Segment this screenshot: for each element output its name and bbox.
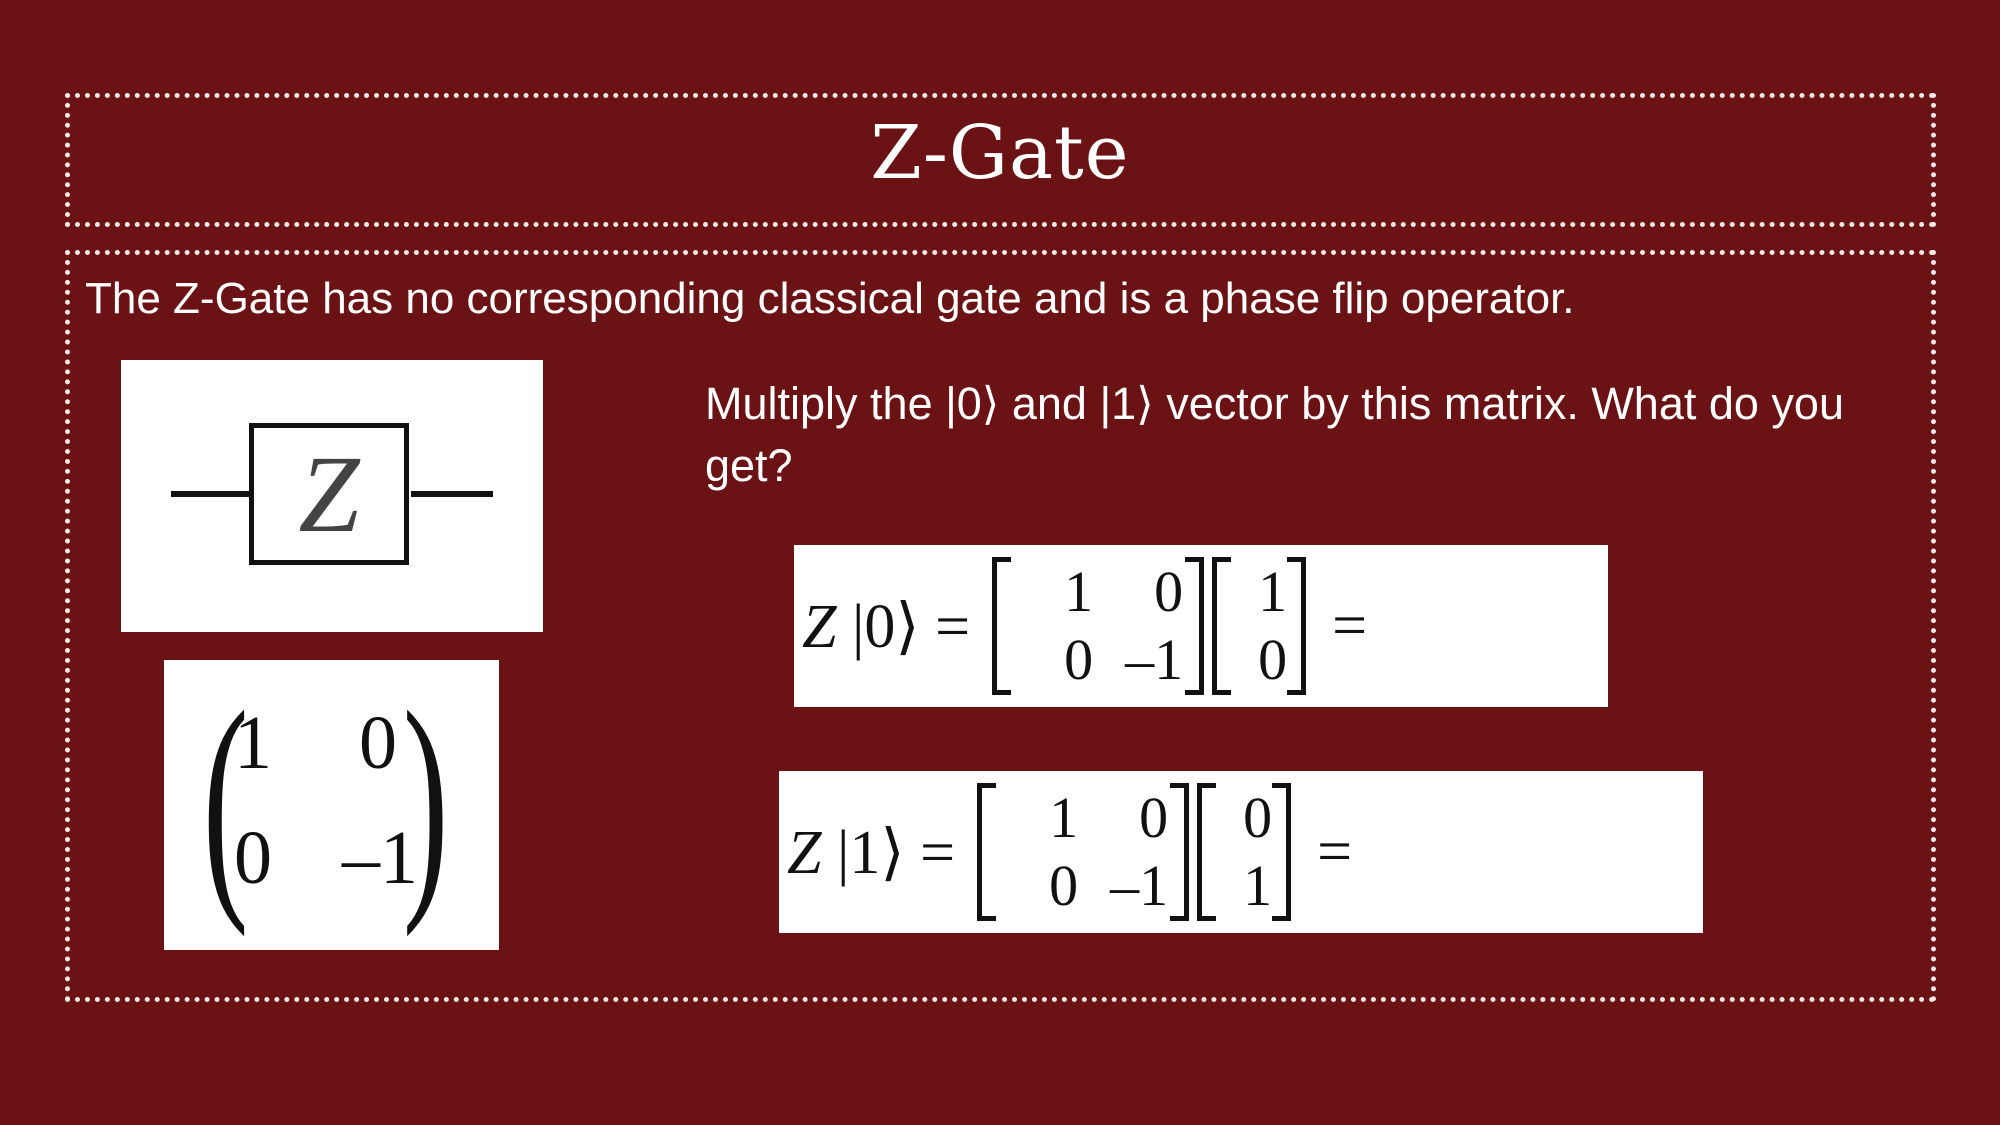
intro-text: The Z-Gate has no corresponding classica… <box>85 274 1575 323</box>
equation-matrix: 1 0 0 –1 <box>992 557 1205 695</box>
matrix-cell: –1 <box>342 816 418 900</box>
equation-z-ket1: Z |1⟩ = 1 0 0 –1 0 1 = <box>779 771 1703 933</box>
vector-cell: 0 <box>1258 627 1288 692</box>
question-text: Multiply the |0⟩ and |1⟩ vector by this … <box>705 378 1844 491</box>
equals-sign: = <box>1317 817 1353 886</box>
matrix-cell: 1 <box>234 701 272 785</box>
equation-matrix: 1 0 0 –1 <box>977 783 1190 921</box>
vector-cell: 1 <box>1243 853 1273 918</box>
vector-cell: 1 <box>1258 559 1288 624</box>
equation-lhs: Z |0⟩ = <box>802 593 971 661</box>
z-gate-symbol: Z <box>249 423 409 565</box>
matrix-cell: 0 <box>234 816 272 900</box>
equation-z-ket0: Z |0⟩ = 1 0 0 –1 1 0 = <box>794 545 1608 707</box>
matrix-cell: 0 <box>1139 785 1169 850</box>
input-wire <box>171 491 249 497</box>
equation-vector: 0 1 <box>1197 783 1292 921</box>
z-matrix: ( ) 1 0 0 –1 <box>164 660 499 950</box>
matrix-cell: 0 <box>1154 559 1184 624</box>
matrix-cell: 0 <box>359 701 397 785</box>
matrix-cell: 0 <box>1064 627 1094 692</box>
equals-sign: = <box>1332 591 1368 660</box>
vector-cell: 0 <box>1243 785 1273 850</box>
gate-diagram: Z <box>121 360 543 632</box>
matrix-cell: 1 <box>1049 785 1079 850</box>
matrix-cell: –1 <box>1125 627 1184 692</box>
slide-title: Z-Gate <box>870 110 1130 196</box>
equation-vector: 1 0 <box>1212 557 1307 695</box>
output-wire <box>411 491 493 497</box>
matrix-cell: 0 <box>1049 853 1079 918</box>
matrix-cell: 1 <box>1064 559 1094 624</box>
gate-label: Z <box>298 432 360 555</box>
matrix-cell: –1 <box>1110 853 1169 918</box>
equation-lhs: Z |1⟩ = <box>787 819 956 887</box>
